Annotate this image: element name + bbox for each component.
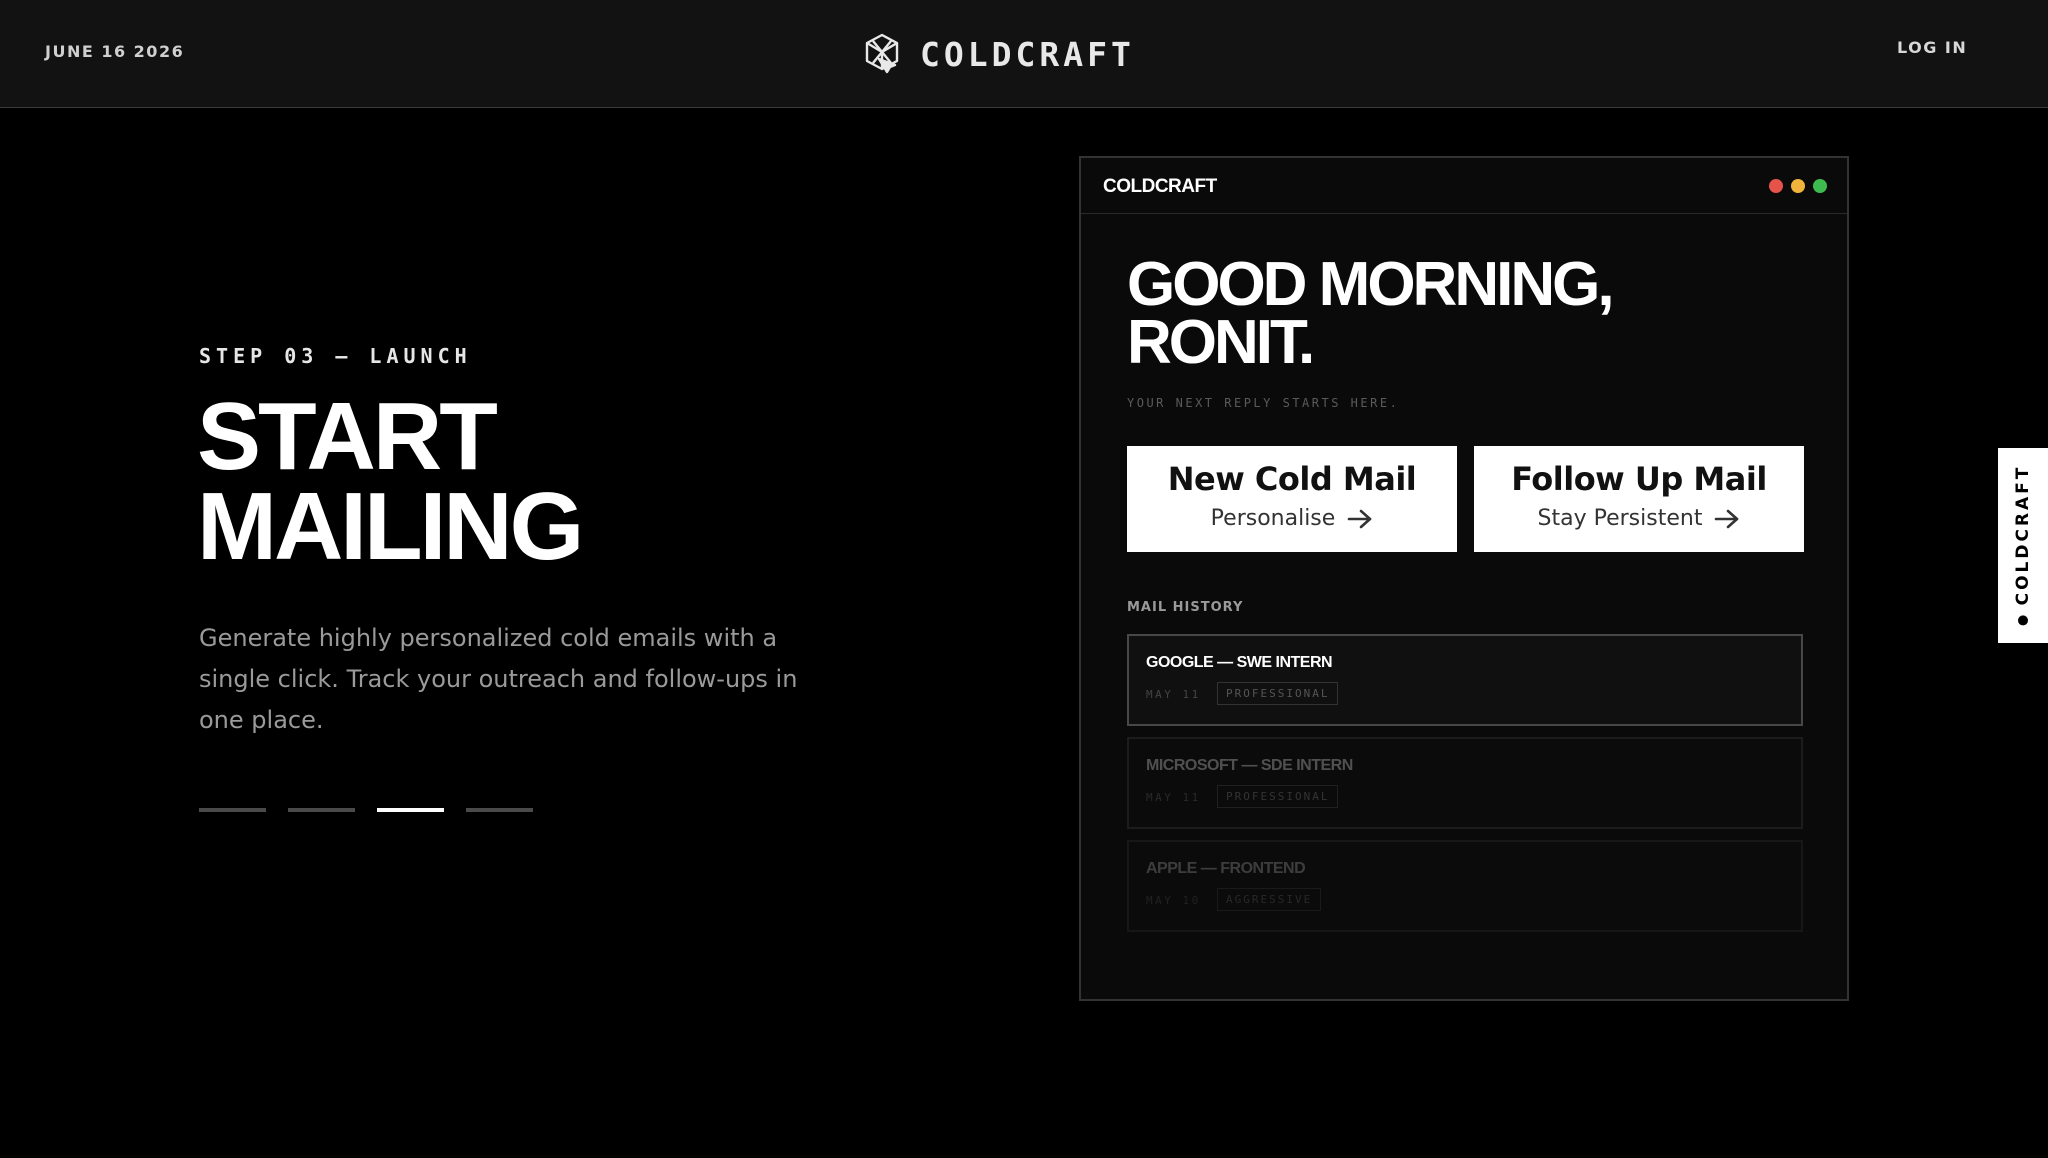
greeting-line-2: RONIT. — [1127, 308, 1315, 377]
mail-history-item[interactable]: GOOGLE — SWE INTERN MAY 11 PROFESSIONAL — [1127, 634, 1803, 726]
carousel-indicator-4[interactable] — [466, 808, 533, 812]
window-brand: COLDCRAFT — [1103, 176, 1217, 197]
mail-date: MAY 11 — [1146, 791, 1201, 804]
mail-tone-badge: AGGRESSIVE — [1217, 888, 1322, 911]
mail-history-label: MAIL HISTORY — [1127, 600, 1244, 615]
arrow-right-icon — [1348, 509, 1372, 528]
carousel-indicator-3[interactable] — [377, 808, 444, 812]
coldcraft-logo-icon — [865, 33, 899, 74]
hero-description: Generate highly personalized cold emails… — [199, 624, 798, 734]
side-tab-label: COLDCRAFT — [2013, 464, 2033, 606]
header-date: JUNE 16 2026 — [45, 42, 185, 61]
mail-title: GOOGLE — SWE INTERN — [1146, 654, 1333, 671]
cta-title: Follow Up Mail — [1511, 460, 1767, 498]
cta-subtitle: Personalise — [1210, 506, 1336, 531]
greeting: GOOD MORNING, RONIT. — [1127, 254, 1727, 374]
close-dot-icon[interactable] — [1769, 179, 1783, 193]
mail-date: MAY 11 — [1146, 688, 1201, 701]
login-link[interactable]: LOG IN — [1897, 38, 1967, 57]
cta-subtitle-row: Personalise — [1127, 506, 1457, 531]
dot-icon — [2018, 615, 2028, 626]
mail-title: APPLE — FRONTEND — [1146, 860, 1306, 877]
new-cold-mail-button[interactable]: New Cold Mail Personalise — [1127, 446, 1457, 552]
mail-date: MAY 10 — [1146, 894, 1201, 907]
app-preview-window: COLDCRAFT GOOD MORNING, RONIT. YOUR NEXT… — [1079, 156, 1849, 1001]
step-label: STEP 03 — LAUNCH — [199, 344, 472, 368]
window-controls — [1769, 179, 1827, 193]
side-tab-content: COLDCRAFT — [2013, 465, 2033, 626]
greeting-subtitle: YOUR NEXT REPLY STARTS HERE. — [1127, 396, 1400, 410]
hero-title-line-2: MAILING — [197, 473, 584, 580]
carousel-indicator-1[interactable] — [199, 808, 266, 812]
window-titlebar: COLDCRAFT — [1081, 158, 1847, 214]
carousel-indicator-2[interactable] — [288, 808, 355, 812]
mail-tone-badge: PROFESSIONAL — [1217, 682, 1339, 705]
arrow-right-icon — [1715, 509, 1739, 528]
minimize-dot-icon[interactable] — [1791, 179, 1805, 193]
follow-up-mail-button[interactable]: Follow Up Mail Stay Persistent — [1474, 446, 1804, 552]
mail-history-item[interactable]: APPLE — FRONTEND MAY 10 AGGRESSIVE — [1127, 840, 1803, 932]
top-bar: JUNE 16 2026 COLDCRAFT LOG IN — [0, 0, 2048, 108]
mail-tone-badge: PROFESSIONAL — [1217, 785, 1339, 808]
cta-subtitle-row: Stay Persistent — [1474, 506, 1804, 531]
mail-title: MICROSOFT — SDE INTERN — [1146, 757, 1353, 774]
cta-title: New Cold Mail — [1167, 460, 1417, 498]
carousel-indicators — [199, 808, 533, 812]
mail-history-item[interactable]: MICROSOFT — SDE INTERN MAY 11 PROFESSION… — [1127, 737, 1803, 829]
coldcraft-side-tab[interactable]: COLDCRAFT — [1998, 448, 2048, 643]
hero-title: START MAILING — [197, 389, 797, 575]
brand[interactable]: COLDCRAFT — [862, 28, 1135, 80]
maximize-dot-icon[interactable] — [1813, 179, 1827, 193]
cta-subtitle: Stay Persistent — [1537, 506, 1703, 531]
brand-name: COLDCRAFT — [920, 34, 1135, 74]
